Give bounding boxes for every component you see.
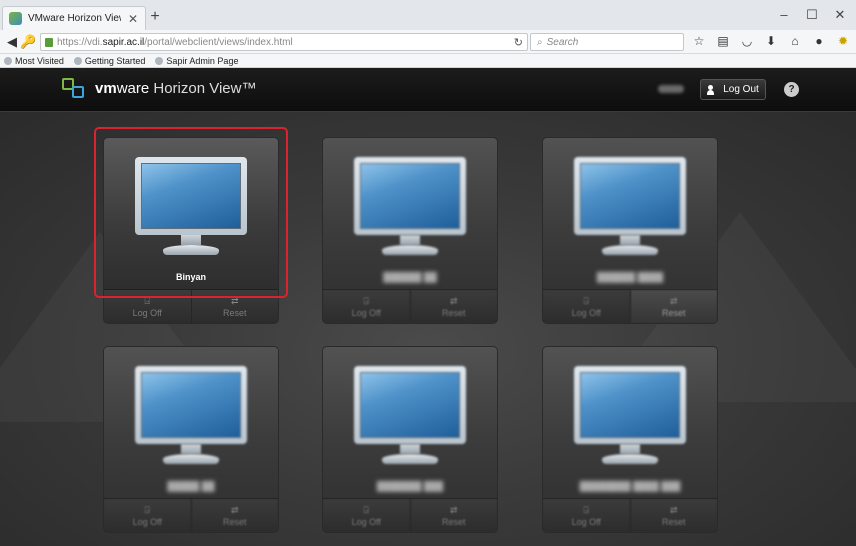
desktop-card[interactable]: ███████ ███ ⍈ Log Off ⇄ Reset xyxy=(323,347,497,532)
browser-tab-bar: VMware Horizon View ✕ + – ☐ ✕ xyxy=(0,0,856,30)
browser-toolbar: ☆ ▤ ◡ ⬇ ⌂ ● ✹ ≡ xyxy=(692,33,856,49)
close-window-button[interactable]: ✕ xyxy=(826,6,854,24)
desktop-card[interactable]: ██████ ██ ⍈ Log Off ⇄ Reset xyxy=(323,138,497,323)
search-placeholder: Search xyxy=(546,36,579,48)
logoff-button[interactable]: ⍈ Log Off xyxy=(104,499,191,532)
logout-button[interactable]: Log Out xyxy=(700,79,766,100)
desktop-card[interactable]: ████████ ████ ███ ⍈ Log Off ⇄ Reset xyxy=(543,347,717,532)
reset-button[interactable]: ⇄ Reset xyxy=(629,290,717,323)
monitor-icon xyxy=(354,366,466,444)
desktop-grid: Binyan ⍈ Log Off ⇄ Reset ██████ ██ ⍈ Log Of… xyxy=(0,112,856,546)
desktop-launch-area[interactable]: ████████ ████ ███ xyxy=(543,347,717,498)
back-arrow-icon[interactable]: ◀ xyxy=(4,34,20,50)
desktop-launch-area[interactable]: ██████ ██ xyxy=(323,138,497,289)
reading-list-icon[interactable]: ▤ xyxy=(716,33,730,49)
monitor-icon xyxy=(574,157,686,235)
bookmarks-bar: Most Visited Getting Started Sapir Admin… xyxy=(0,54,856,68)
desktop-name: ███████ ███ xyxy=(376,481,444,491)
logoff-icon: ⍈ xyxy=(144,504,150,515)
bookmark-icon xyxy=(4,56,12,65)
monitor-icon xyxy=(574,366,686,444)
pocket-icon[interactable]: ◡ xyxy=(740,33,754,49)
search-input[interactable]: ⌕ Search xyxy=(530,33,684,51)
logoff-icon: ⍈ xyxy=(583,504,589,515)
reset-button[interactable]: ⇄ Reset xyxy=(629,499,717,532)
desktop-name: ██████ ██ xyxy=(383,272,437,282)
brand-title: vmware Horizon View™ xyxy=(95,80,257,97)
reset-icon: ⇄ xyxy=(449,295,458,306)
desktop-name: ████████ ████ ███ xyxy=(579,481,681,491)
bookmark-star-icon[interactable]: ☆ xyxy=(692,33,706,49)
horizon-header: vmware Horizon View™ Log Out ? xyxy=(0,68,856,112)
logoff-button[interactable]: ⍈ Log Off xyxy=(323,499,410,532)
reset-icon: ⇄ xyxy=(230,295,239,306)
minimize-button[interactable]: – xyxy=(770,6,798,24)
desktop-launch-area[interactable]: Binyan xyxy=(104,138,278,289)
lock-icon xyxy=(45,37,53,47)
bookmark-sapir-admin[interactable]: Sapir Admin Page xyxy=(155,56,238,66)
bookmark-most-visited[interactable]: Most Visited xyxy=(4,56,64,66)
monitor-icon xyxy=(135,366,247,444)
bookmark-icon xyxy=(155,56,164,65)
reset-button[interactable]: ⇄ Reset xyxy=(190,499,278,532)
bookmark-icon xyxy=(73,56,82,65)
desktop-name: Binyan xyxy=(175,272,206,282)
desktop-card[interactable]: ██████ ████ ⍈ Log Off ⇄ Reset xyxy=(543,138,717,323)
browser-tab[interactable]: VMware Horizon View ✕ xyxy=(2,6,146,30)
download-icon[interactable]: ⬇ xyxy=(764,33,778,49)
home-icon[interactable]: ⌂ xyxy=(788,33,802,49)
chat-icon[interactable]: ● xyxy=(812,33,826,49)
reset-icon: ⇄ xyxy=(230,504,239,515)
logoff-button[interactable]: ⍈ Log Off xyxy=(543,499,630,532)
desktop-launch-area[interactable]: ███████ ███ xyxy=(323,347,497,498)
reset-button[interactable]: ⇄ Reset xyxy=(190,290,278,323)
logoff-button[interactable]: ⍈ Log Off xyxy=(104,290,191,323)
horizon-logo-icon xyxy=(62,78,88,100)
logoff-icon: ⍈ xyxy=(363,295,369,306)
desktop-launch-area[interactable]: ██████ ████ xyxy=(543,138,717,289)
url-text: https://vdi.sapir.ac.il/portal/webclient… xyxy=(57,36,293,48)
logoff-icon: ⍈ xyxy=(583,295,589,306)
reset-button[interactable]: ⇄ Reset xyxy=(409,499,497,532)
desktop-card-binyan[interactable]: Binyan ⍈ Log Off ⇄ Reset xyxy=(104,138,278,323)
browser-nav-bar: ◀ 🔑 https://vdi.sapir.ac.il/portal/webcl… xyxy=(0,30,856,54)
tab-title: VMware Horizon View xyxy=(28,13,121,24)
desktop-card[interactable]: █████ ██ ⍈ Log Off ⇄ Reset xyxy=(104,347,278,532)
desktop-name: ██████ ████ xyxy=(596,272,664,282)
monitor-icon xyxy=(135,157,247,235)
logoff-icon: ⍈ xyxy=(363,504,369,515)
reset-icon: ⇄ xyxy=(669,295,678,306)
desktop-name: █████ ██ xyxy=(167,481,215,491)
monitor-icon xyxy=(354,157,466,235)
identity-icon[interactable]: 🔑 xyxy=(20,34,36,50)
user-logout-icon xyxy=(707,84,719,95)
reset-icon: ⇄ xyxy=(449,504,458,515)
maximize-button[interactable]: ☐ xyxy=(798,6,826,24)
reset-icon: ⇄ xyxy=(669,504,678,515)
new-tab-button[interactable]: + xyxy=(148,9,162,25)
help-icon[interactable]: ? xyxy=(784,82,799,97)
logoff-icon: ⍈ xyxy=(144,295,150,306)
username-label xyxy=(658,85,684,93)
bookmark-getting-started[interactable]: Getting Started xyxy=(73,56,145,66)
logoff-button[interactable]: ⍈ Log Off xyxy=(543,290,630,323)
close-tab-icon[interactable]: ✕ xyxy=(127,12,139,26)
desktop-launch-area[interactable]: █████ ██ xyxy=(104,347,278,498)
url-bar[interactable]: https://vdi.sapir.ac.il/portal/webclient… xyxy=(40,33,528,51)
logoff-button[interactable]: ⍈ Log Off xyxy=(323,290,410,323)
search-icon: ⌕ xyxy=(537,36,543,48)
reset-button[interactable]: ⇄ Reset xyxy=(409,290,497,323)
reload-icon[interactable]: ↻ xyxy=(514,36,523,49)
vmware-favicon-icon xyxy=(9,12,22,25)
extension-icon[interactable]: ✹ xyxy=(836,33,850,49)
